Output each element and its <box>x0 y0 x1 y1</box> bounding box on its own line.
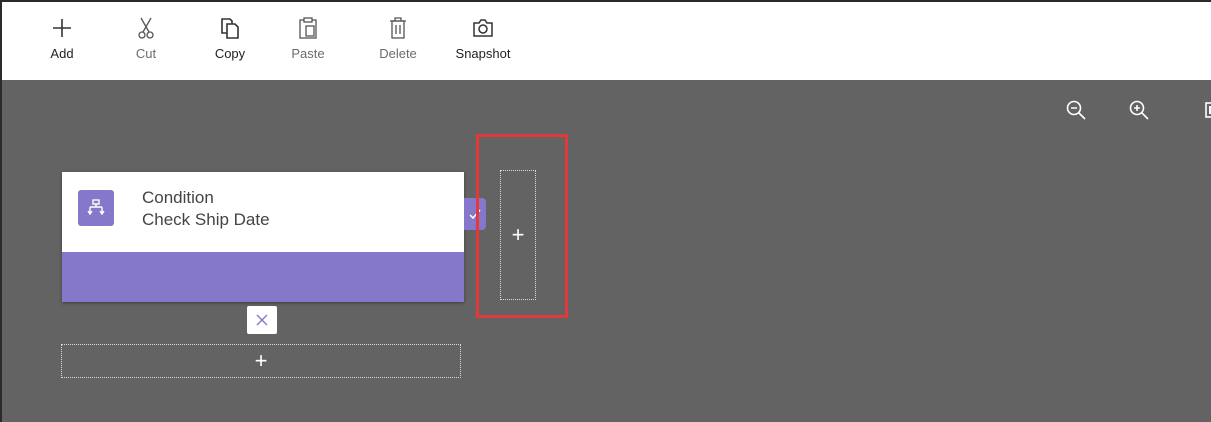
flow-canvas[interactable]: Condition Check Ship Date + + <box>2 80 1211 422</box>
add-button[interactable]: Add <box>42 14 82 74</box>
add-parallel-branch-button[interactable]: + <box>500 170 536 300</box>
cut-label: Cut <box>135 46 157 61</box>
delete-button[interactable]: Delete <box>376 14 420 74</box>
copy-button[interactable]: Copy <box>210 14 250 74</box>
delete-label: Delete <box>379 46 417 61</box>
scissors-icon <box>132 14 160 42</box>
fit-to-screen-icon[interactable] <box>1205 98 1211 122</box>
condition-node-body <box>62 252 464 302</box>
camera-icon <box>469 14 497 42</box>
node-name-label: Check Ship Date <box>142 210 270 229</box>
copy-label: Copy <box>214 46 246 61</box>
close-icon[interactable] <box>247 306 277 334</box>
copy-icon <box>216 14 244 42</box>
add-step-below-button[interactable]: + <box>61 344 461 378</box>
plus-icon <box>48 14 76 42</box>
trash-icon <box>384 14 412 42</box>
check-icon[interactable] <box>464 198 486 230</box>
clipboard-icon <box>294 14 322 42</box>
paste-button[interactable]: Paste <box>288 14 328 74</box>
zoom-out-icon[interactable] <box>1064 98 1088 122</box>
paste-label: Paste <box>291 46 325 61</box>
condition-node-header: Condition Check Ship Date <box>62 172 464 252</box>
cut-button[interactable]: Cut <box>130 14 162 74</box>
condition-node-card[interactable]: Condition Check Ship Date <box>62 172 464 302</box>
add-label: Add <box>50 46 74 61</box>
designer-window: Add Cut Copy Paste Delete Snapshot Condi… <box>0 0 1211 422</box>
snapshot-button[interactable]: Snapshot <box>455 14 511 74</box>
node-type-label: Condition <box>142 188 214 207</box>
snapshot-label: Snapshot <box>455 46 511 61</box>
command-bar: Add Cut Copy Paste Delete Snapshot <box>2 2 1211 80</box>
condition-branch-icon <box>78 190 114 226</box>
zoom-in-icon[interactable] <box>1127 98 1151 122</box>
